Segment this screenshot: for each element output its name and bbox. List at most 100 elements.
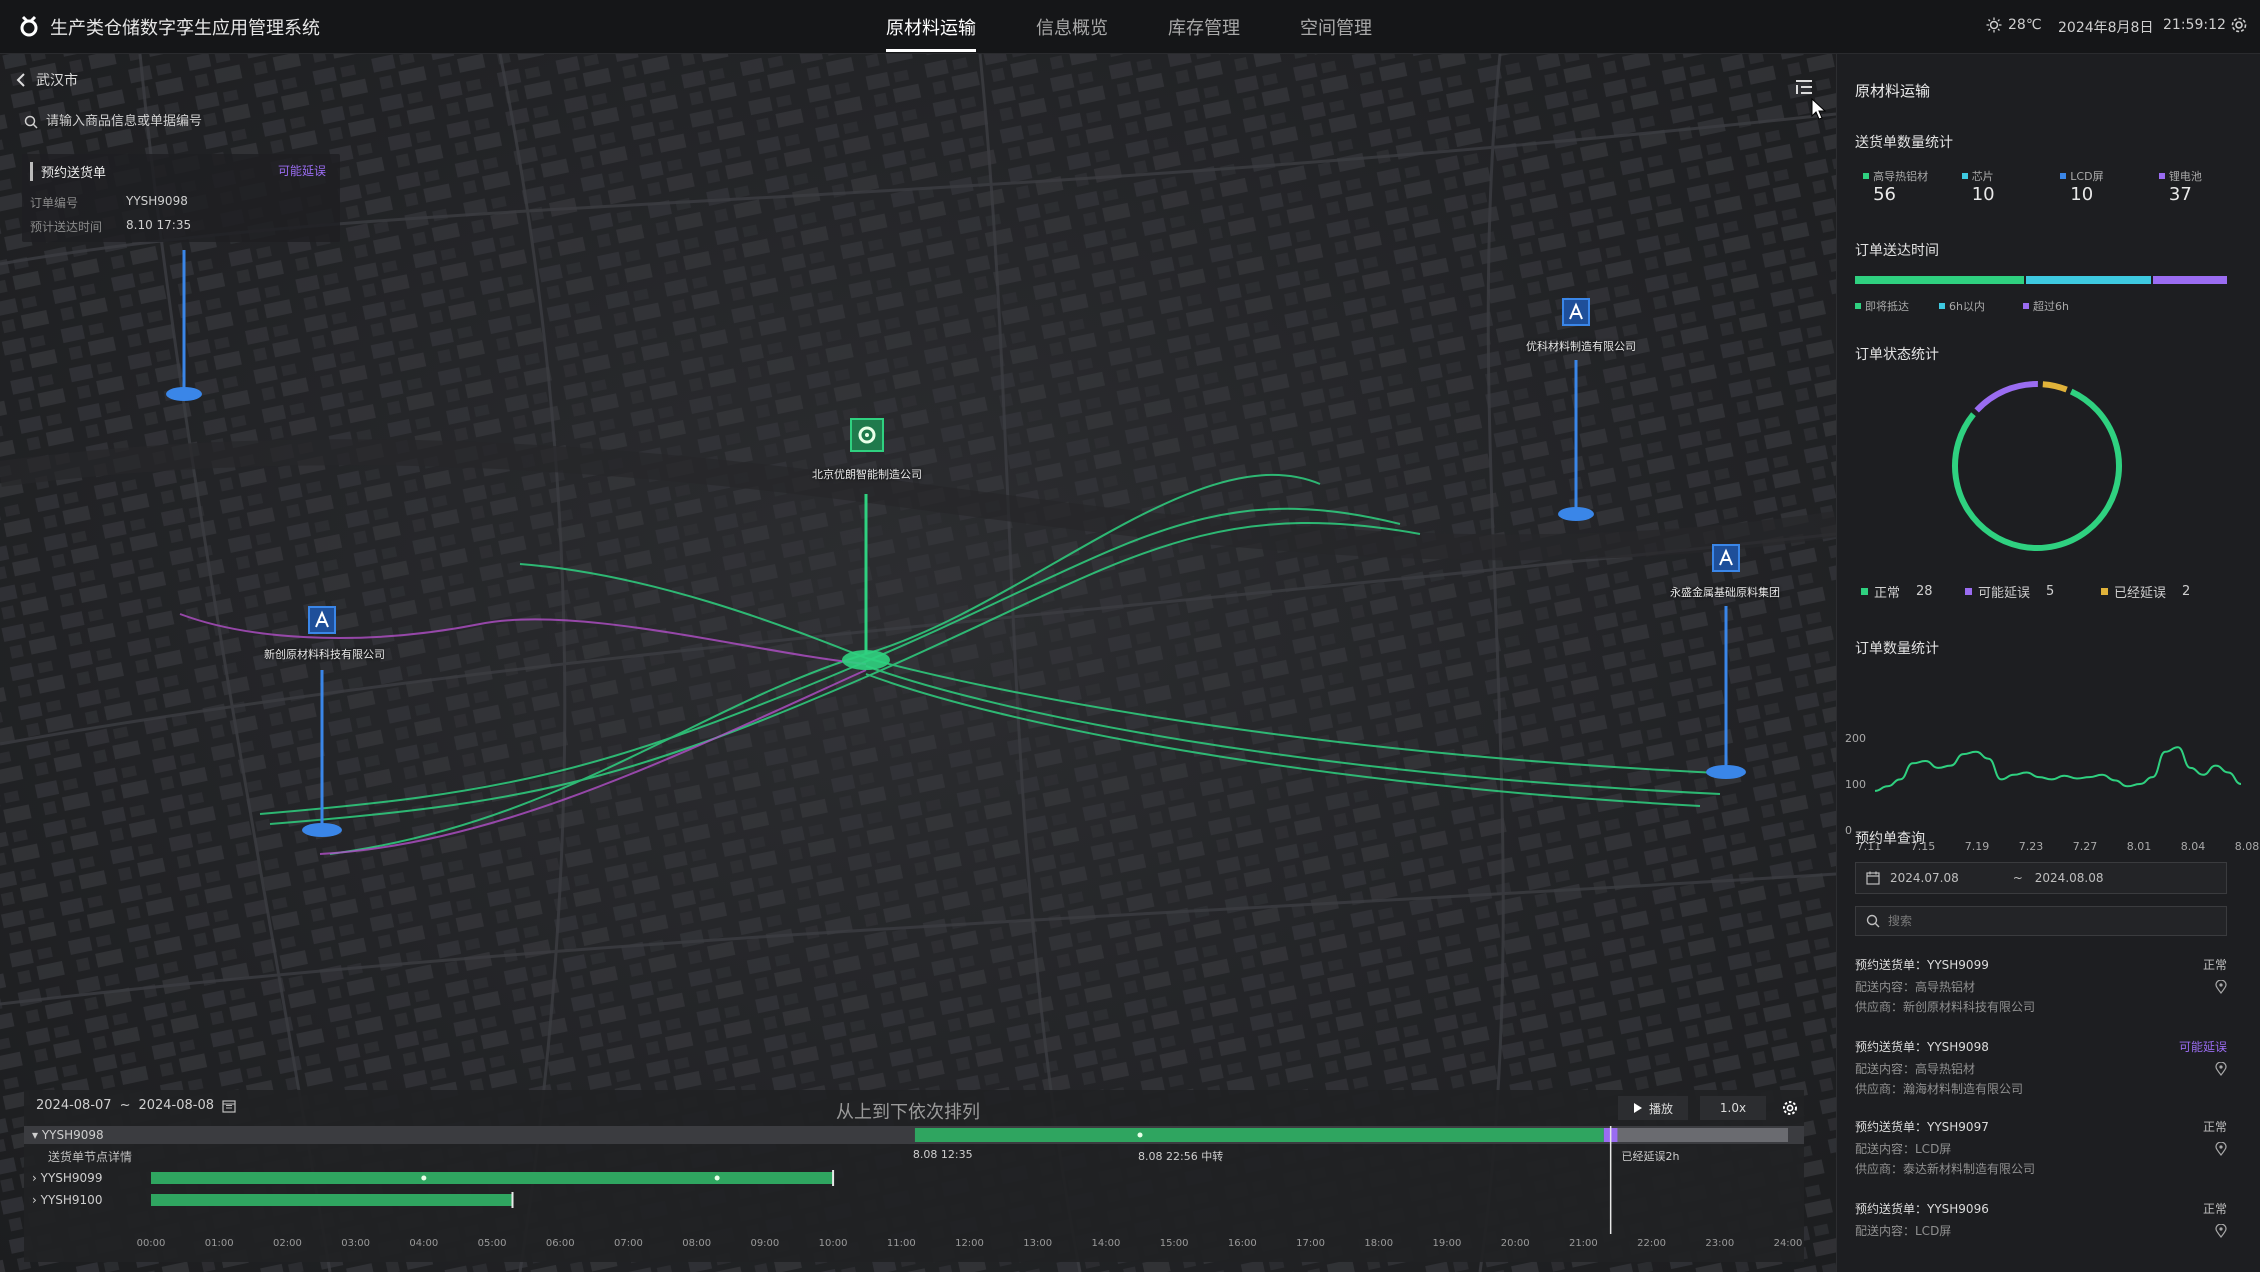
panel-title: 原材料运输	[1855, 82, 1931, 100]
stat-label-text: 锂电池	[2168, 170, 2202, 183]
arrival-legend-label: 6h以内	[1949, 300, 1985, 313]
arrival-bar	[1855, 276, 2227, 284]
weather-temp: 28℃	[2008, 17, 2042, 33]
map-search-input[interactable]	[46, 114, 346, 129]
timeline-date-range[interactable]: 2024-08-07 ~ 2024-08-08	[36, 1098, 236, 1113]
map-label-right[interactable]: 永盛金属基础原料集团	[1670, 584, 1780, 600]
eta-value: 8.10 17:35	[126, 218, 192, 232]
stat-value: 37	[2168, 184, 2192, 205]
timeline-node[interactable]	[1137, 1132, 1143, 1138]
result-item[interactable]: 预约送货单：YYSH9099 正常 配送内容：高导热铝材 供应商：新创原材料科技…	[1855, 956, 2227, 1026]
timeline-hour-tick: 13:00	[1023, 1238, 1053, 1249]
gear-icon[interactable]	[1782, 1100, 1798, 1116]
timeline-hour-tick: 06:00	[545, 1238, 575, 1249]
order-card[interactable]: 预约送货单 可能延误 订单编号 YYSH9098 预计送达时间 8.10 17:…	[22, 154, 340, 242]
map-label-left[interactable]: 新创原材料科技有限公司	[264, 646, 385, 662]
result-content: 配送内容：高导热铝材	[1855, 980, 1976, 994]
timeline-hour-tick: 23:00	[1705, 1238, 1735, 1249]
logo-icon	[20, 15, 38, 37]
result-item[interactable]: 预约送货单：YYSH9097 正常 配送内容：LCD屏 供应商：泰达新材料制造有…	[1855, 1118, 2227, 1188]
query-search-input[interactable]	[1888, 914, 2208, 928]
timeline-hour-tick: 05:00	[477, 1238, 507, 1249]
tab-info-overview[interactable]: 信息概览	[1036, 14, 1108, 40]
arrival-legend-label: 超过6h	[2033, 300, 2069, 313]
timeline-hour-tick: 15:00	[1159, 1238, 1189, 1249]
factory-gear-icon[interactable]	[850, 418, 884, 452]
arrival-legend-item: 即将抵达	[1855, 298, 1909, 314]
timeline-hour-tick: 12:00	[955, 1238, 984, 1249]
location-pin-icon[interactable]	[2215, 1224, 2227, 1238]
result-item[interactable]: 预约送货单：YYSH9096 正常 配送内容：LCD屏	[1855, 1200, 2227, 1270]
back-city-button[interactable]: 武汉市	[16, 70, 78, 90]
result-status: 可能延误	[2178, 1040, 2227, 1054]
location-pin-icon[interactable]	[2215, 1062, 2227, 1076]
map-label-hub[interactable]: 北京优朗智能制造公司	[812, 466, 922, 482]
timeline-bar[interactable]	[151, 1194, 513, 1206]
order-count-line-chart: 01002007.11 7.15 7.19 7.23 7.27 8.01 8.04 8.08	[1845, 732, 2259, 853]
timeline-date-from: 2024-08-07	[36, 1098, 112, 1113]
timeline-hour-tick: 17:00	[1296, 1238, 1325, 1249]
warehouse-icon[interactable]	[1562, 298, 1590, 326]
timeline-row-label: ▾ YYSH9098	[32, 1128, 104, 1142]
timeline-panel: 2024-08-07 ~ 2024-08-08 从上到下依次排列 播放 1.0x…	[24, 1090, 1804, 1262]
donut-slice	[1974, 381, 2038, 413]
status-donut-chart	[1952, 381, 2122, 551]
result-status: 正常	[2202, 1120, 2227, 1134]
result-content: 配送内容：LCD屏	[1855, 1224, 1952, 1238]
y-tick-label: 0	[1845, 824, 1852, 837]
arrival-segment	[2026, 276, 2152, 284]
tab-space[interactable]: 空间管理	[1300, 14, 1372, 40]
calendar-icon[interactable]	[222, 1099, 236, 1113]
stat-label: LCD屏	[2060, 168, 2104, 184]
timeline-node[interactable]	[421, 1175, 427, 1181]
stat-label: 芯片	[1961, 168, 1994, 184]
result-title: 预约送货单：YYSH9097	[1855, 1120, 1989, 1134]
result-status: 正常	[2202, 1202, 2227, 1216]
map-search	[24, 114, 346, 129]
timeline-bar[interactable]	[914, 1128, 1604, 1142]
map-label-right-top[interactable]: 优科材料制造有限公司	[1526, 338, 1636, 354]
play-button[interactable]: 播放	[1618, 1096, 1688, 1120]
arrival-segment	[1855, 276, 2025, 284]
x-tick-label: 7.19	[1965, 840, 1990, 853]
result-item[interactable]: 预约送货单：YYSH9098 可能延误 配送内容：高导热铝材 供应商：瀚海材料制…	[1855, 1038, 2227, 1108]
timeline-hour-tick: 20:00	[1500, 1238, 1530, 1249]
timeline-node[interactable]	[714, 1175, 720, 1181]
timeline-hour-tick: 08:00	[682, 1238, 712, 1249]
stat-value: 10	[1971, 184, 1995, 205]
tab-raw-material-transport[interactable]: 原材料运输	[886, 14, 976, 40]
result-content: 配送内容：高导热铝材	[1855, 1062, 1976, 1076]
timeline-bar[interactable]	[151, 1172, 834, 1184]
gear-icon[interactable]	[2230, 16, 2248, 34]
status-legend-item: 已经延误 2	[2101, 582, 2190, 601]
legend-swatch	[2101, 588, 2108, 595]
location-pin-icon[interactable]	[2215, 1142, 2227, 1156]
timeline-hour-tick: 14:00	[1091, 1238, 1121, 1249]
arrival-legend-item: 6h以内	[1939, 298, 1985, 314]
speed-button[interactable]: 1.0x	[1700, 1096, 1766, 1120]
warehouse-icon[interactable]	[1712, 544, 1740, 572]
list-toggle-icon[interactable]	[1794, 78, 1814, 96]
warehouse-icon[interactable]	[308, 606, 336, 634]
stat-value: 10	[2070, 184, 2094, 205]
location-pin-icon[interactable]	[2215, 980, 2227, 994]
date-to: 2024.08.08	[2034, 871, 2104, 885]
timeline-hour-tick: 21:00	[1568, 1238, 1598, 1249]
legend-swatch	[1855, 303, 1861, 309]
date-from: 2024.07.08	[1890, 871, 1959, 885]
result-supplier: 供应商：泰达新材料制造有限公司	[1855, 1162, 2036, 1176]
arrival-legend-label: 即将抵达	[1865, 300, 1909, 313]
tab-inventory[interactable]: 库存管理	[1168, 14, 1240, 40]
result-supplier: 供应商：新创原材料科技有限公司	[1855, 1000, 2036, 1014]
result-content: 配送内容：LCD屏	[1855, 1142, 1952, 1156]
stat-label: 高导热铝材	[1863, 168, 1928, 184]
timeline-detail-label: 送货单节点详情	[48, 1150, 133, 1164]
timeline-hour-tick: 01:00	[204, 1238, 234, 1249]
timeline-hour-tick: 02:00	[272, 1238, 302, 1249]
donut-slice	[1952, 388, 2122, 551]
date-range-picker[interactable]: 2024.07.08 ~ 2024.08.08	[1855, 862, 2227, 894]
app-title: 生产类仓储数字孪生应用管理系统	[50, 18, 320, 39]
header-time: 21:59:12	[2163, 17, 2226, 33]
timeline-hour-tick: 18:00	[1364, 1238, 1394, 1249]
status-legend-label: 正常	[1874, 586, 1901, 601]
